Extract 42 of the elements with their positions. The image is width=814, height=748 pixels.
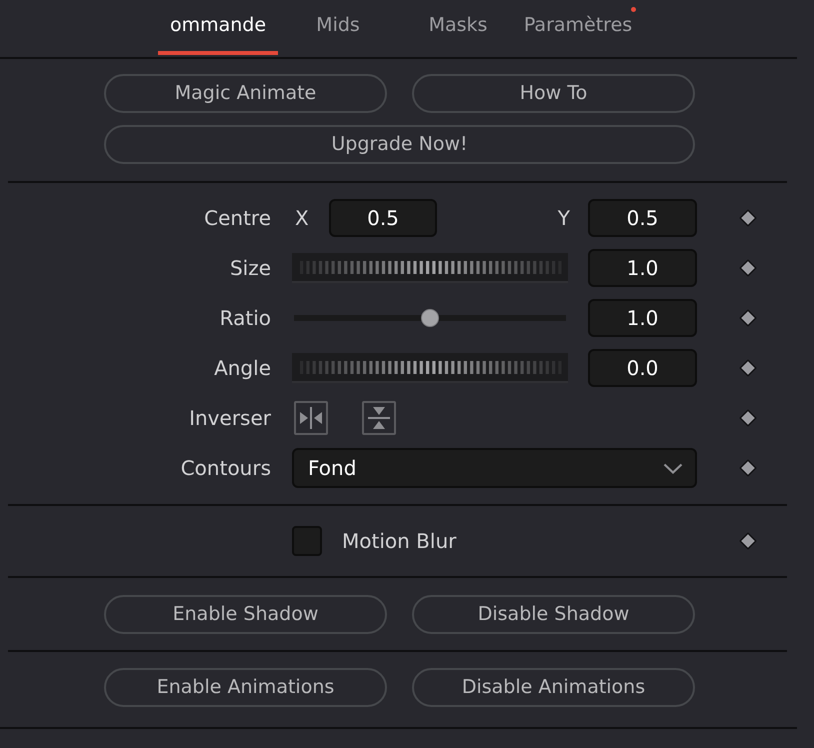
- keyframe-diamond-icon[interactable]: [739, 359, 757, 377]
- keyframe-diamond-icon[interactable]: [739, 209, 757, 227]
- control-label: Centre: [203, 205, 271, 232]
- pill-button[interactable]: Disable Shadow: [412, 595, 695, 634]
- y-label: Y: [556, 205, 571, 232]
- value-field[interactable]: 0.5: [588, 199, 697, 237]
- keyframe-diamond-icon[interactable]: [739, 532, 757, 550]
- chevron-down-icon: [663, 462, 683, 474]
- value-field[interactable]: 0.5: [329, 199, 437, 237]
- value-field[interactable]: 0.0: [588, 349, 697, 387]
- tab[interactable]: Mids: [278, 0, 398, 55]
- flip-vertical-button[interactable]: [362, 401, 396, 435]
- flip-vertical-icon: [368, 407, 390, 429]
- pill-button[interactable]: Enable Shadow: [104, 595, 387, 634]
- control-label: Inverser: [188, 405, 271, 432]
- pill-button[interactable]: Disable Animations: [412, 668, 695, 707]
- dropdown-select[interactable]: Fond: [292, 448, 697, 488]
- value-field[interactable]: 1.0: [588, 249, 697, 287]
- pill-button[interactable]: Enable Animations: [104, 668, 387, 707]
- control-label: Angle: [213, 355, 271, 382]
- keyframe-diamond-icon[interactable]: [739, 309, 757, 327]
- keyframe-diamond-icon[interactable]: [739, 459, 757, 477]
- jog-wheel[interactable]: [292, 253, 568, 283]
- control-label: Ratio: [218, 305, 271, 332]
- tab[interactable]: Paramètres: [518, 0, 638, 55]
- value-field[interactable]: 1.0: [588, 299, 697, 337]
- motion-blur-label: Motion Blur: [342, 528, 456, 555]
- control-label: Size: [228, 255, 271, 282]
- x-label: X: [294, 205, 310, 232]
- checkbox[interactable]: [292, 526, 322, 556]
- pill-button[interactable]: Magic Animate: [104, 74, 387, 113]
- flip-horizontal-button[interactable]: [294, 401, 328, 435]
- slider-thumb[interactable]: [421, 309, 439, 327]
- pill-button[interactable]: How To: [412, 74, 695, 113]
- keyframe-diamond-icon[interactable]: [739, 259, 757, 277]
- control-label: Contours: [180, 455, 271, 482]
- dropdown-value: Fond: [308, 455, 356, 482]
- keyframe-diamond-icon[interactable]: [739, 409, 757, 427]
- flip-horizontal-icon: [300, 407, 322, 429]
- tab[interactable]: Masks: [398, 0, 518, 55]
- pill-button[interactable]: Upgrade Now!: [104, 125, 695, 164]
- jog-wheel[interactable]: [292, 353, 568, 383]
